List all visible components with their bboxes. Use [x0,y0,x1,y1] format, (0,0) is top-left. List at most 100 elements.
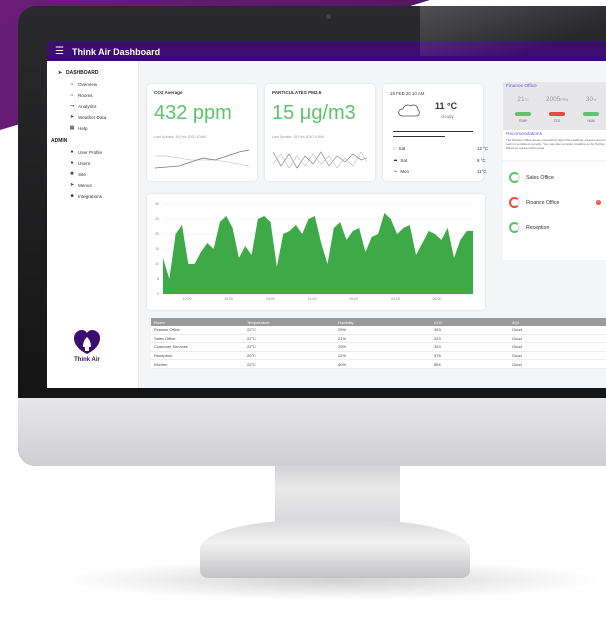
sparkline-series-b [154,149,250,169]
data-point [225,215,227,217]
camera-icon [326,14,331,19]
co2-value: 432 ppm [154,102,232,124]
y-tick-label: 15 [155,247,159,251]
room-name: Finance Office [526,199,560,206]
co2-status-bar [549,112,565,116]
menu-icon[interactable]: ☰ [55,46,64,57]
column-header[interactable]: AQI [512,320,606,325]
metric-value: 2005 [545,96,561,103]
tools-icon: ✖ [69,171,75,177]
table-cell: 40% [338,361,347,367]
table-cell: 375 [434,353,441,359]
forecast-day: Mon [400,168,409,174]
sidebar-item-menus[interactable]: ➤ Menus [69,182,92,188]
table-row[interactable]: Kitchen 22°C 40% 854 Good [151,360,606,369]
data-point [175,233,176,235]
sidebar-item-site[interactable]: ✖ Site [69,171,86,177]
sidebar-item-label: Weather Data [78,114,107,120]
temp-status-bar [515,112,531,116]
column-header[interactable]: CO2 [434,320,512,325]
data-point [441,239,442,241]
metric-label: CO2 [553,119,561,123]
table-cell: 22°C [247,361,256,367]
data-point [219,221,221,223]
table-row[interactable]: Finance Office 22°C 29% 453 Good [151,326,606,335]
forecast-row: ☁ Sat 8 °C [393,157,493,163]
table-cell: 20°C [247,353,256,359]
sidebar-item-overview[interactable]: ⌂ Overview [69,81,97,87]
sidebar-heading-dashboard[interactable]: ➤ DASHBOARD [57,70,99,76]
app-title: Think Air Dashboard [71,46,161,57]
rooms-table: Room Temperature Humidity CO2 AQI Financ… [151,318,606,369]
metric-label: HUM [587,119,595,123]
room-name: Sales Office [526,174,554,181]
table-cell: Good [512,335,522,341]
status-ring [509,197,520,208]
sun-icon: ○ [393,146,396,151]
weather-date: 18 FEB 20 10 AM [390,91,425,96]
column-header[interactable]: Temperature [247,320,338,325]
status-ring [509,172,520,183]
data-point [365,251,366,253]
table-cell: 29% [338,344,347,350]
data-point [213,248,214,250]
pm-value: 15 μg/m3 [272,102,356,124]
y-tick-label: 30 [155,202,159,206]
cloud-icon: ☁ [393,157,398,162]
finance-office-card[interactable]: Finance Office 21°C 2005PPM 30% TEMP CO2… [503,82,606,160]
hum-status-bar [583,112,599,116]
sidebar-item-weather-data[interactable]: ➤ Weather Data [69,114,106,120]
divider [393,136,445,137]
sidebar-heading-label: ADMIN [51,138,68,144]
room-status-reception[interactable]: Reception [509,222,549,233]
sidebar-item-user-profile[interactable]: ● User Profile [69,149,102,155]
table-cell: 22°C [247,335,256,341]
x-tick-label: 06:00 [433,297,442,301]
data-point [162,257,164,259]
recommendations-text: The Finance Office shows consistently hi… [506,138,606,150]
data-point [422,242,423,244]
data-point [244,245,246,247]
data-point [403,227,404,229]
send-icon: ➤ [69,114,75,120]
data-point [301,233,303,235]
sidebar-item-integrations[interactable]: ■ Integrations [69,193,102,199]
data-point [327,263,328,265]
data-point [200,251,202,253]
table-row[interactable]: Customer Services 22°C 29% 353 Good [151,343,606,352]
data-point [314,215,316,217]
data-point [257,218,259,220]
table-cell: Reception [154,353,173,359]
data-point [377,233,379,235]
sparkline-series-a [155,155,250,167]
table-cell: 29% [338,327,347,333]
room-status-finance-office[interactable]: Finance Office [509,197,606,208]
sidebar-item-users[interactable]: ● Users [69,160,90,166]
sidebar-item-rooms[interactable]: ⌂ Rooms [69,92,92,98]
x-tick-label: 18:00 [266,297,275,301]
room-status-sales-office[interactable]: Sales Office [509,172,554,183]
data-point [289,230,290,232]
cloud-icon: ☁ [393,168,398,173]
forecast-temp: 12 °C [477,146,489,151]
monitor-chin [18,398,606,466]
monitor-stand-neck [275,455,400,530]
users-icon: ● [70,160,74,166]
table-row[interactable]: Reception 20°C 22% 375 Good [151,351,606,361]
sidebar-item-analytics[interactable]: ↝ Analytics [69,103,97,109]
data-point [282,233,284,235]
y-tick-label: 0 [157,292,159,296]
y-tick-label: 5 [157,277,159,281]
column-header[interactable]: Humidity [338,320,434,325]
sidebar-heading-admin[interactable]: ADMIN [51,138,67,144]
sidebar-item-help[interactable]: ▦ Help [69,125,88,131]
column-header[interactable]: Room [151,320,247,325]
area-series [163,213,473,294]
divider [393,131,473,132]
data-point [339,221,341,223]
area-chart-card: 0 5 10 15 20 25 30 12:00 15:00 18:00 21:00 00:00 03:… [147,194,485,310]
chart-line-icon: ↝ [69,103,75,109]
forecast-day: Sat [400,157,407,163]
table-row[interactable]: Sales Office 22°C 21% 423 Good [151,334,606,344]
alert-badge[interactable]: 0 [596,200,601,205]
